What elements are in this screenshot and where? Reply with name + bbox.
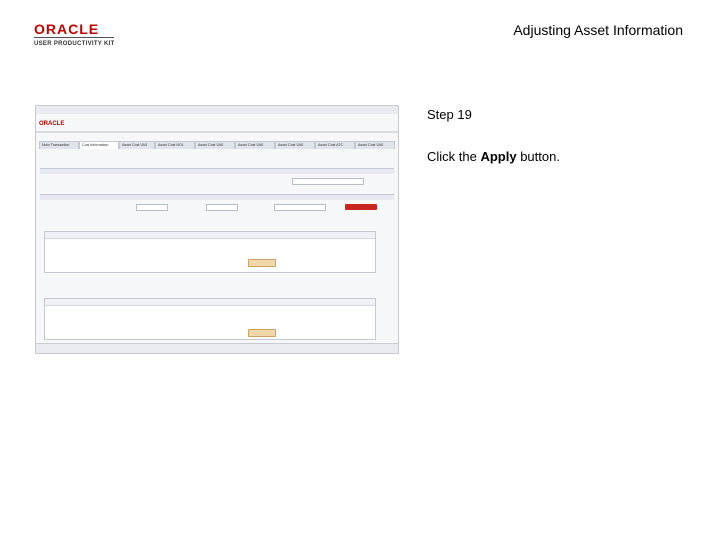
- tab-asset-cost-2[interactable]: Asset Cost NOL: [155, 141, 195, 149]
- section-header-cost: [40, 194, 394, 200]
- logo-wordmark: ORACLE: [34, 21, 100, 37]
- tab-asset-cost-5[interactable]: Asset Cost VAS: [275, 141, 315, 149]
- instruction-apply: Apply: [480, 149, 517, 164]
- tab-asset-cost-1[interactable]: Asset Cost VAS: [119, 141, 155, 149]
- apply-button-1[interactable]: [248, 259, 276, 267]
- screenshot-bottom-bar: [36, 343, 398, 353]
- chartfields-grid-2: [44, 298, 376, 340]
- step-label: Step 19: [427, 107, 472, 122]
- chartfield-select[interactable]: [292, 178, 364, 185]
- logo-divider: [34, 37, 114, 38]
- instruction-suffix: button.: [516, 149, 560, 164]
- logo-subtitle: USER PRODUCTIVITY KIT: [34, 41, 115, 47]
- tab-asset-cost-6[interactable]: Asset Cost ATC: [315, 141, 355, 149]
- browser-top-bar: [36, 106, 398, 114]
- cost-field[interactable]: [274, 204, 326, 211]
- percent-field[interactable]: [136, 204, 168, 211]
- quantity-field[interactable]: [206, 204, 238, 211]
- tab-main-transaction[interactable]: Main Transaction: [39, 141, 79, 149]
- application-screenshot: ORACLE Main Transaction Cost Information…: [35, 105, 399, 354]
- tab-cost-information[interactable]: Cost Information: [79, 141, 119, 149]
- chartfields-grid-1: [44, 231, 376, 273]
- tab-asset-cost-3[interactable]: Asset Cost VAS: [195, 141, 235, 149]
- oracle-upk-logo: ORACLE USER PRODUCTIVITY KIT: [34, 22, 124, 48]
- section-header-book: [40, 168, 394, 174]
- screenshot-brand: ORACLE: [39, 121, 65, 127]
- adjust-button[interactable]: [345, 204, 377, 210]
- page-title: Adjusting Asset Information: [513, 22, 683, 38]
- apply-button-2[interactable]: [248, 329, 276, 337]
- step-instruction: Click the Apply button.: [427, 149, 560, 164]
- tab-asset-cost-7[interactable]: Asset Cost VAS: [355, 141, 395, 149]
- screenshot-strip: [36, 131, 398, 133]
- tab-asset-cost-4[interactable]: Asset Cost VAS: [235, 141, 275, 149]
- instruction-prefix: Click the: [427, 149, 481, 164]
